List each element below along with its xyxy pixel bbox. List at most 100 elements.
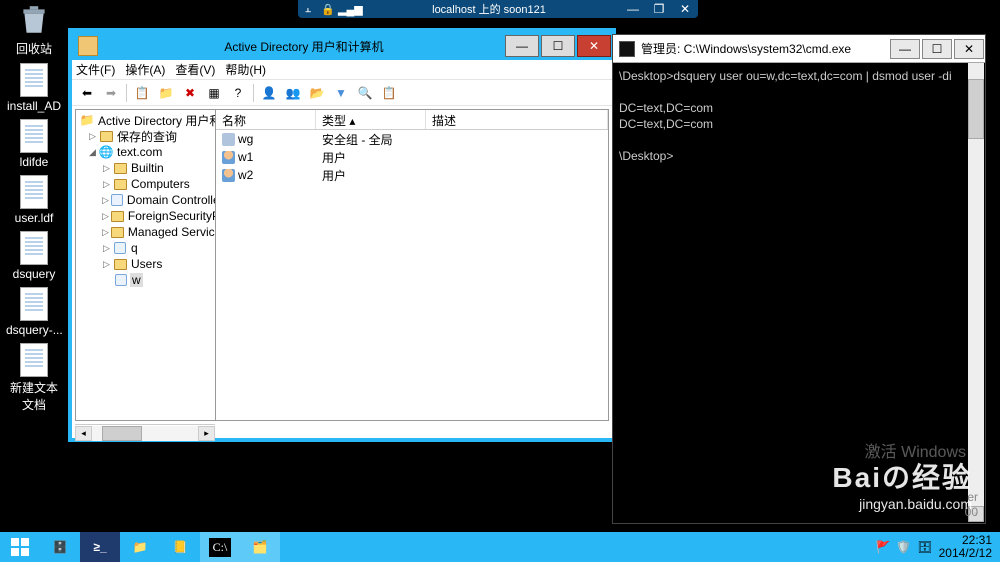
group-icon <box>222 133 235 146</box>
task-cmd[interactable]: C:\ <box>200 532 240 562</box>
filter-button[interactable]: ▼ <box>330 83 352 103</box>
text-file-icon <box>20 119 48 153</box>
tree-hscrollbar[interactable]: ◂ ▸ <box>75 424 215 441</box>
tray-clock[interactable]: 22:31 2014/2/12 <box>939 534 992 560</box>
maximize-button[interactable]: ☐ <box>541 35 575 57</box>
up-button[interactable]: 📋 <box>131 83 153 103</box>
scroll-thumb[interactable] <box>102 426 142 441</box>
desktop-icon-label: 新建文本文档 <box>6 379 62 413</box>
ad-window-title: Active Directory 用户和计算机 <box>104 38 504 55</box>
new-user-button[interactable]: 👤 <box>258 83 280 103</box>
rdp-pin-icon[interactable]: ⫠ <box>298 3 318 16</box>
scroll-left-button[interactable]: ◂ <box>75 426 92 441</box>
tray-network-icon[interactable]: 🗄 <box>917 540 932 554</box>
separator <box>253 84 254 102</box>
tree-fsp: ▷ForeignSecurityPrincipals <box>78 208 213 224</box>
ad-window-icon <box>78 36 98 56</box>
task-powershell[interactable]: ≥_ <box>80 532 120 562</box>
maximize-button[interactable]: ☐ <box>922 39 952 59</box>
col-name[interactable]: 名称 <box>216 110 316 129</box>
desktop-icon-label: user.ldf <box>6 211 62 225</box>
tree-users: ▷Users <box>78 256 213 272</box>
col-type[interactable]: 类型 ▴ <box>316 110 426 129</box>
task-ad-users[interactable]: 🗂️ <box>240 532 280 562</box>
text-file-icon <box>20 343 48 377</box>
desktop-icon-label: ldifde <box>6 155 62 169</box>
cmd-title: 管理员: C:\Windows\system32\cmd.exe <box>641 40 889 57</box>
forward-button[interactable]: ➡ <box>100 83 122 103</box>
desktop-icon-label: dsquery <box>6 267 62 281</box>
ad-toolbar: ⬅ ➡ 📋 📁 ✖ ▦ ? 👤 👥 📂 ▼ 🔍 📋 <box>72 80 612 106</box>
text-file-icon <box>20 175 48 209</box>
tray-date: 2014/2/12 <box>939 547 992 560</box>
ad-tree[interactable]: 📁Active Directory 用户和计算机 [s ▷保存的查询 ◢🌐tex… <box>76 110 216 420</box>
menu-file[interactable]: 文件(F) <box>76 61 115 78</box>
cmd-window: 管理员: C:\Windows\system32\cmd.exe — ☐ ✕ \… <box>612 34 986 524</box>
col-desc[interactable]: 描述 <box>426 110 608 129</box>
desktop-icon-label: 回收站 <box>6 40 62 57</box>
desktop-icon-newtext[interactable]: 新建文本文档 <box>6 343 62 413</box>
close-button[interactable]: ✕ <box>577 35 611 57</box>
start-button[interactable] <box>0 532 40 562</box>
rdp-close-button[interactable]: ✕ <box>672 0 698 18</box>
add-criteria-button[interactable]: 📋 <box>378 83 400 103</box>
list-row: w1用户 <box>216 148 608 166</box>
tree-computers: ▷Computers <box>78 176 213 192</box>
task-explorer[interactable]: 📁 <box>120 532 160 562</box>
rdp-restore-button[interactable]: ❐ <box>646 0 672 18</box>
back-button[interactable]: ⬅ <box>76 83 98 103</box>
desktop-icons: 回收站 install_AD ldifde user.ldf dsquery d… <box>6 2 66 419</box>
cmd-titlebar[interactable]: 管理员: C:\Windows\system32\cmd.exe — ☐ ✕ <box>613 35 985 63</box>
scroll-track[interactable] <box>92 426 198 441</box>
cmd-body[interactable]: \Desktop>dsquery user ou=w,dc=text,dc=co… <box>613 63 985 523</box>
ad-list-pane: 名称 类型 ▴ 描述 wg安全组 - 全局 w1用户 w2用户 <box>216 110 608 420</box>
minimize-button[interactable]: — <box>505 35 539 57</box>
desktop-icon-dsquery[interactable]: dsquery <box>6 231 62 281</box>
find-button[interactable]: 🔍 <box>354 83 376 103</box>
ad-list-header[interactable]: 名称 类型 ▴ 描述 <box>216 110 608 130</box>
ad-window-titlebar[interactable]: Active Directory 用户和计算机 — ☐ ✕ <box>72 32 612 60</box>
tree-domain-controllers: ▷Domain Controllers <box>78 192 213 208</box>
desktop-icon-user-ldf[interactable]: user.ldf <box>6 175 62 225</box>
rdp-title: localhost 上的 soon121 <box>358 1 620 17</box>
tray-flag-icon[interactable]: 🚩 <box>875 540 890 554</box>
recycle-bin-icon <box>17 3 51 37</box>
user-icon <box>222 151 235 164</box>
menu-action[interactable]: 操作(A) <box>125 61 165 78</box>
new-group-button[interactable]: 👥 <box>282 83 304 103</box>
desktop-icon-dsquery2[interactable]: dsquery-... <box>6 287 62 337</box>
new-ou-button[interactable]: 📂 <box>306 83 328 103</box>
menu-view[interactable]: 查看(V) <box>175 61 215 78</box>
cmd-scrollbar[interactable]: ▴ ▾ <box>968 63 984 522</box>
text-file-icon <box>20 231 48 265</box>
desktop-icon-ldifde[interactable]: ldifde <box>6 119 62 169</box>
tree-domain: ◢🌐text.com <box>78 144 213 160</box>
sort-arrow-icon: ▴ <box>349 114 355 128</box>
properties-button[interactable]: ▦ <box>203 83 225 103</box>
desktop-icon-recycle[interactable]: 回收站 <box>6 2 62 57</box>
rdp-minimize-button[interactable]: — <box>620 0 646 18</box>
close-button[interactable]: ✕ <box>954 39 984 59</box>
system-tray[interactable]: 🚩 🛡️ 🗄 22:31 2014/2/12 <box>867 534 1000 560</box>
scroll-down-button[interactable]: ▾ <box>968 506 984 522</box>
tree-q: ▷q <box>78 240 213 256</box>
refresh-button[interactable]: ? <box>227 83 249 103</box>
ad-menubar: 文件(F) 操作(A) 查看(V) 帮助(H) <box>72 60 612 80</box>
task-server-manager[interactable]: 🗄️ <box>40 532 80 562</box>
scroll-right-button[interactable]: ▸ <box>198 426 215 441</box>
scroll-thumb[interactable] <box>968 79 984 139</box>
desktop-icon-install-ad[interactable]: install_AD <box>6 63 62 113</box>
minimize-button[interactable]: — <box>890 39 920 59</box>
rdp-lock-icon[interactable]: 🔒 <box>318 3 338 16</box>
cmd-icon <box>619 41 635 57</box>
rdp-signal-icon: ▂▄▆ <box>338 3 358 16</box>
delete-button[interactable]: ✖ <box>179 83 201 103</box>
tray-security-icon[interactable]: 🛡️ <box>896 540 911 554</box>
rdp-bar: ⫠ 🔒 ▂▄▆ localhost 上的 soon121 — ❐ ✕ <box>298 0 698 18</box>
task-notepad[interactable]: 📒 <box>160 532 200 562</box>
taskbar: 🗄️ ≥_ 📁 📒 C:\ 🗂️ 🚩 🛡️ 🗄 22:31 2014/2/12 <box>0 532 1000 562</box>
ad-list-body[interactable]: wg安全组 - 全局 w1用户 w2用户 <box>216 130 608 420</box>
ad-users-computers-window: Active Directory 用户和计算机 — ☐ ✕ 文件(F) 操作(A… <box>68 28 616 442</box>
cut-button[interactable]: 📁 <box>155 83 177 103</box>
menu-help[interactable]: 帮助(H) <box>225 61 266 78</box>
